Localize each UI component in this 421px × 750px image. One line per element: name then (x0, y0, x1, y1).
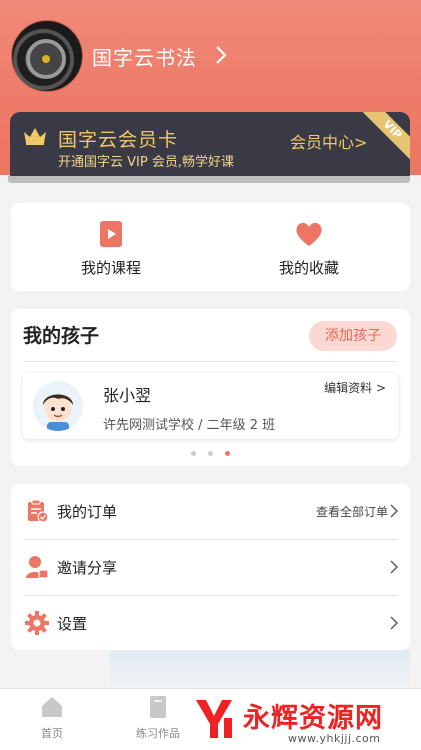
my-favorites-label: 我的收藏 (278, 259, 339, 277)
watermark: 永辉资源网 www.yhkjjj.com (188, 688, 421, 750)
tab-home[interactable]: 首页 (12, 695, 92, 741)
quick-links-card: 我的课程 我的收藏 (11, 203, 410, 291)
my-courses-label: 我的课程 (80, 259, 141, 277)
view-all-orders-link[interactable]: 查看全部订单 (316, 503, 388, 520)
watermark-title: 永辉资源网 (243, 703, 383, 734)
kids-card: 我的孩子 添加孩子 张小翌 编辑资料 > 许先网测试学校 / 二年级 2 班 (11, 309, 410, 466)
my-courses-button[interactable]: 我的课程 (51, 219, 171, 278)
vip-title: 国字云会员卡 (58, 129, 179, 151)
chevron-right-icon (390, 560, 398, 574)
pager-dots (191, 451, 251, 457)
tab-label: 练习作品 (136, 727, 180, 740)
avatar[interactable] (11, 20, 83, 92)
pager-dot-active[interactable] (225, 451, 230, 456)
vip-center-link[interactable]: 会员中心> (290, 129, 367, 153)
watermark-url: www.yhkjjj.com (288, 732, 381, 745)
my-favorites-button[interactable]: 我的收藏 (249, 219, 369, 278)
vip-card-shadow (8, 176, 410, 183)
notebook-icon (150, 696, 166, 718)
tab-practice[interactable]: 练习作品 (118, 695, 198, 741)
divider (23, 361, 398, 362)
home-icon (42, 697, 62, 717)
gear-icon (25, 611, 49, 635)
pager-dot[interactable] (208, 451, 213, 456)
menu-item-label: 邀请分享 (57, 559, 118, 577)
menu-card: 我的订单 查看全部订单 邀请分享 设置 (11, 484, 410, 650)
kids-title: 我的孩子 (23, 325, 100, 347)
add-child-button[interactable]: 添加孩子 (309, 321, 397, 351)
chevron-right-icon (390, 616, 398, 630)
heart-icon (296, 222, 322, 246)
edit-profile-link[interactable]: 编辑资料 > (324, 379, 386, 396)
watermark-logo (196, 700, 232, 738)
wheel-hub (42, 55, 50, 63)
play-book-icon (100, 221, 122, 247)
menu-item-label: 我的订单 (57, 503, 118, 521)
menu-item-orders[interactable]: 我的订单 查看全部订单 (23, 484, 398, 539)
background-illustration (110, 650, 410, 690)
chevron-right-icon[interactable] (214, 44, 228, 66)
crown-icon (24, 128, 46, 145)
vip-card[interactable]: 国字云会员卡 开通国字云 VIP 会员,畅学好课 会员中心> VIP (10, 112, 410, 178)
child-name: 张小翌 (103, 386, 152, 405)
menu-item-label: 设置 (57, 615, 88, 633)
child-school: 许先网测试学校 / 二年级 2 班 (103, 418, 276, 433)
profile-name[interactable]: 国字云书法 (92, 42, 197, 71)
child-card[interactable]: 张小翌 编辑资料 > 许先网测试学校 / 二年级 2 班 (23, 373, 398, 439)
child-avatar (33, 381, 83, 431)
menu-item-share[interactable]: 邀请分享 (23, 540, 398, 595)
tab-label: 首页 (41, 727, 63, 740)
clipboard-icon (28, 499, 49, 523)
user-share-icon (26, 556, 49, 579)
boy-avatar-icon (43, 394, 73, 431)
menu-item-settings[interactable]: 设置 (23, 596, 398, 651)
vip-subtitle: 开通国字云 VIP 会员,畅学好课 (58, 155, 234, 170)
pager-dot[interactable] (191, 451, 196, 456)
chevron-right-icon (390, 504, 398, 518)
